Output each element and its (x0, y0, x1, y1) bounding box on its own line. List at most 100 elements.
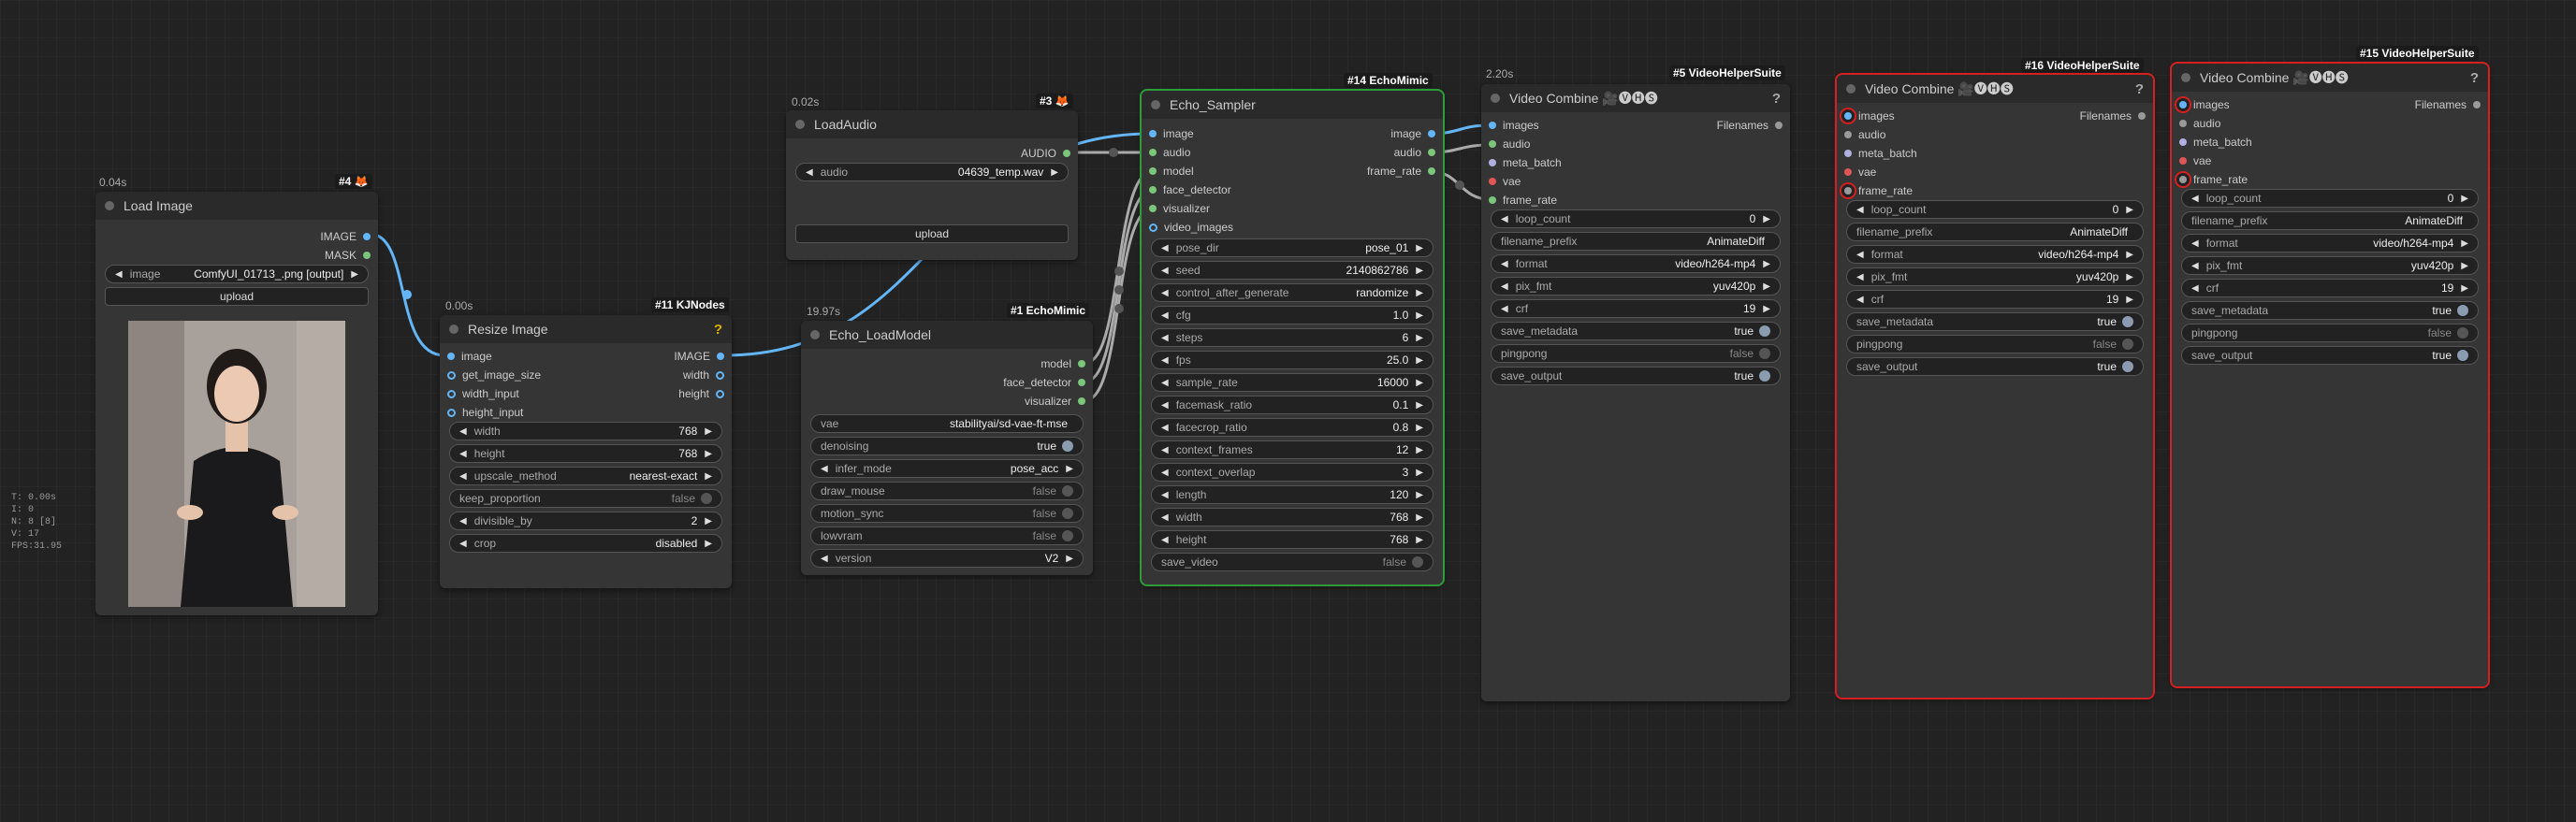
input-socket[interactable] (1844, 131, 1852, 138)
pose-dir-combo[interactable]: ◀ pose_dir pose_01 ▶ (1151, 238, 1434, 257)
filename-prefix-widget[interactable]: filename_prefix AnimateDiff (2181, 211, 2479, 230)
input-socket[interactable] (2179, 120, 2187, 127)
input-socket[interactable] (2179, 138, 2187, 146)
collapse-dot-icon[interactable] (449, 324, 458, 334)
save-output-toggle[interactable]: save_output true (1491, 367, 1781, 385)
right-arrow-icon[interactable]: ▶ (1416, 333, 1423, 343)
output-socket[interactable] (1428, 167, 1435, 175)
toggle-knob[interactable] (2122, 361, 2133, 372)
input-socket[interactable] (1489, 140, 1496, 148)
motion-sync-toggle[interactable]: motion_sync false (810, 504, 1084, 523)
pingpong-toggle[interactable]: pingpong false (2181, 324, 2479, 342)
length-widget[interactable]: ◀ length 120 ▶ (1151, 485, 1434, 504)
right-arrow-icon[interactable]: ▶ (2461, 261, 2468, 271)
right-arrow-icon[interactable]: ▶ (2126, 295, 2133, 305)
toggle-knob[interactable] (1759, 370, 1770, 382)
right-arrow-icon[interactable]: ▶ (351, 269, 358, 280)
output-socket[interactable] (716, 370, 724, 380)
filename-prefix-widget[interactable]: filename_prefix AnimateDiff (1846, 223, 2144, 241)
collapse-dot-icon[interactable] (105, 201, 114, 210)
toggle-knob[interactable] (2457, 305, 2468, 316)
input-socket[interactable] (1844, 168, 1852, 176)
input-socket[interactable] (1149, 186, 1157, 194)
left-arrow-icon[interactable]: ◀ (459, 426, 467, 437)
left-arrow-icon[interactable]: ◀ (1856, 272, 1864, 282)
right-arrow-icon[interactable]: ▶ (1763, 304, 1770, 314)
toggle-knob[interactable] (1412, 556, 1423, 568)
loop-count-widget[interactable]: ◀ loop_count 0 ▶ (2181, 189, 2479, 208)
toggle-knob[interactable] (1062, 440, 1073, 452)
pingpong-toggle[interactable]: pingpong false (1491, 344, 1781, 363)
output-socket[interactable] (1078, 397, 1085, 405)
left-arrow-icon[interactable]: ◀ (1161, 445, 1169, 455)
left-arrow-icon[interactable]: ◀ (1856, 205, 1864, 215)
input-socket[interactable] (2179, 157, 2187, 165)
upscale-method-combo[interactable]: ◀ upscale_method nearest-exact ▶ (449, 467, 722, 485)
left-arrow-icon[interactable]: ◀ (2191, 261, 2199, 271)
toggle-knob[interactable] (1062, 485, 1073, 497)
format-combo[interactable]: ◀ format video/h264-mp4 ▶ (2181, 234, 2479, 252)
right-arrow-icon[interactable]: ▶ (2126, 272, 2133, 282)
save-output-toggle[interactable]: save_output true (1846, 357, 2144, 376)
node-header[interactable]: Video Combine 🎥🅥🅗🅢 ? (1481, 84, 1790, 112)
toggle-knob[interactable] (1062, 508, 1073, 519)
collapse-dot-icon[interactable] (1491, 94, 1500, 103)
width-widget[interactable]: ◀ width 768 ▶ (1151, 508, 1434, 526)
filename-prefix-widget[interactable]: filename_prefix AnimateDiff (1491, 232, 1781, 251)
left-arrow-icon[interactable]: ◀ (1856, 250, 1864, 260)
collapse-dot-icon[interactable] (1151, 100, 1160, 109)
node-load-audio[interactable]: LoadAudio AUDIO ◀ audio 04639_temp.wav ▶ up… (786, 110, 1078, 260)
left-arrow-icon[interactable]: ◀ (2191, 238, 2199, 249)
node-echo-sampler[interactable]: Echo_Sampler image image audio audio mod… (1140, 89, 1445, 586)
left-arrow-icon[interactable]: ◀ (2191, 194, 2199, 204)
input-socket[interactable] (1489, 196, 1496, 204)
loop-count-widget[interactable]: ◀ loop_count 0 ▶ (1846, 200, 2144, 219)
node-header[interactable]: Echo_LoadModel (801, 321, 1093, 349)
input-socket[interactable] (1489, 122, 1496, 129)
input-socket[interactable] (1844, 150, 1852, 157)
left-arrow-icon[interactable]: ◀ (1161, 288, 1169, 298)
context-frames-widget[interactable]: ◀ context_frames 12 ▶ (1151, 440, 1434, 459)
node-echo-loadmodel[interactable]: Echo_LoadModel model face_detector visua… (801, 321, 1093, 575)
output-socket[interactable] (716, 389, 724, 398)
left-arrow-icon[interactable]: ◀ (1161, 400, 1169, 411)
toggle-knob[interactable] (1759, 348, 1770, 359)
input-socket[interactable] (447, 353, 455, 360)
left-arrow-icon[interactable]: ◀ (821, 554, 828, 564)
input-socket[interactable] (1149, 149, 1157, 156)
save-video-toggle[interactable]: save_video false (1151, 553, 1434, 571)
left-arrow-icon[interactable]: ◀ (459, 516, 467, 526)
seed-widget[interactable]: ◀ seed 2140862786 ▶ (1151, 261, 1434, 280)
input-socket[interactable] (1489, 159, 1496, 166)
output-socket[interactable] (1078, 360, 1085, 368)
left-arrow-icon[interactable]: ◀ (2191, 283, 2199, 294)
toggle-knob[interactable] (2122, 316, 2133, 327)
toggle-knob[interactable] (1759, 325, 1770, 337)
upload-button[interactable]: upload (795, 224, 1069, 243)
save-output-toggle[interactable]: save_output true (2181, 346, 2479, 365)
right-arrow-icon[interactable]: ▶ (2461, 238, 2468, 249)
output-socket[interactable] (2138, 112, 2146, 120)
output-socket[interactable] (363, 233, 371, 240)
input-socket[interactable] (447, 389, 456, 398)
left-arrow-icon[interactable]: ◀ (459, 449, 467, 459)
image-combo[interactable]: ◀ image ComfyUI_01713_.png [output] ▶ (105, 265, 369, 283)
left-arrow-icon[interactable]: ◀ (1856, 295, 1864, 305)
output-socket[interactable] (717, 353, 724, 360)
right-arrow-icon[interactable]: ▶ (1416, 512, 1423, 523)
draw-mouse-toggle[interactable]: draw_mouse false (810, 482, 1084, 500)
input-socket[interactable] (1149, 205, 1157, 212)
left-arrow-icon[interactable]: ◀ (1161, 266, 1169, 276)
pix-fmt-combo[interactable]: ◀ pix_fmt yuv420p ▶ (2181, 256, 2479, 275)
input-socket[interactable] (447, 370, 456, 380)
format-combo[interactable]: ◀ format video/h264-mp4 ▶ (1846, 245, 2144, 264)
left-arrow-icon[interactable]: ◀ (1501, 304, 1508, 314)
crop-combo[interactable]: ◀ crop disabled ▶ (449, 534, 722, 553)
output-socket[interactable] (1078, 379, 1085, 386)
input-socket[interactable] (1844, 187, 1852, 195)
right-arrow-icon[interactable]: ▶ (1416, 423, 1423, 433)
right-arrow-icon[interactable]: ▶ (2126, 250, 2133, 260)
audio-combo[interactable]: ◀ audio 04639_temp.wav ▶ (795, 163, 1069, 181)
output-socket[interactable] (1428, 149, 1435, 156)
facemask-ratio-widget[interactable]: ◀ facemask_ratio 0.1 ▶ (1151, 396, 1434, 414)
